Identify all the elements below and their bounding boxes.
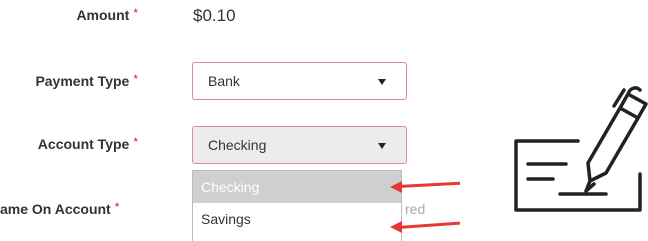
amount-label: Amount * — [76, 6, 138, 23]
name-on-account-label-text: ame On Account — [0, 201, 111, 217]
account-type-label: Account Type * — [37, 135, 138, 152]
required-asterisk: * — [133, 6, 138, 20]
required-asterisk: * — [114, 200, 120, 214]
payment-type-select[interactable]: Bank — [192, 62, 407, 100]
payment-type-label-text: Payment Type — [35, 73, 130, 89]
payment-type-label: Payment Type * — [35, 72, 138, 89]
account-type-select[interactable]: Checking — [192, 126, 407, 164]
option-savings[interactable]: Savings — [193, 203, 401, 235]
account-type-label-text: Account Type — [37, 136, 130, 152]
required-asterisk: * — [133, 135, 138, 149]
amount-value: $0.10 — [193, 6, 236, 25]
account-type-value: Checking — [208, 137, 267, 153]
annotation-arrow-head — [390, 221, 402, 233]
annotation-arrow-line — [397, 181, 460, 188]
annotation-arrow-head — [390, 181, 402, 193]
account-type-dropdown: Checking Savings — [192, 170, 402, 241]
annotation-arrow-line — [397, 221, 460, 229]
name-on-account-hint: red — [405, 201, 426, 217]
caret-down-icon — [378, 79, 386, 85]
amount-label-text: Amount — [76, 7, 130, 23]
option-checking[interactable]: Checking — [193, 171, 401, 203]
required-asterisk: * — [133, 72, 138, 86]
name-on-account-label: ame On Account * — [0, 200, 120, 217]
caret-down-icon — [378, 143, 386, 149]
check-and-pen-icon — [514, 86, 648, 212]
payment-type-value: Bank — [208, 73, 240, 89]
